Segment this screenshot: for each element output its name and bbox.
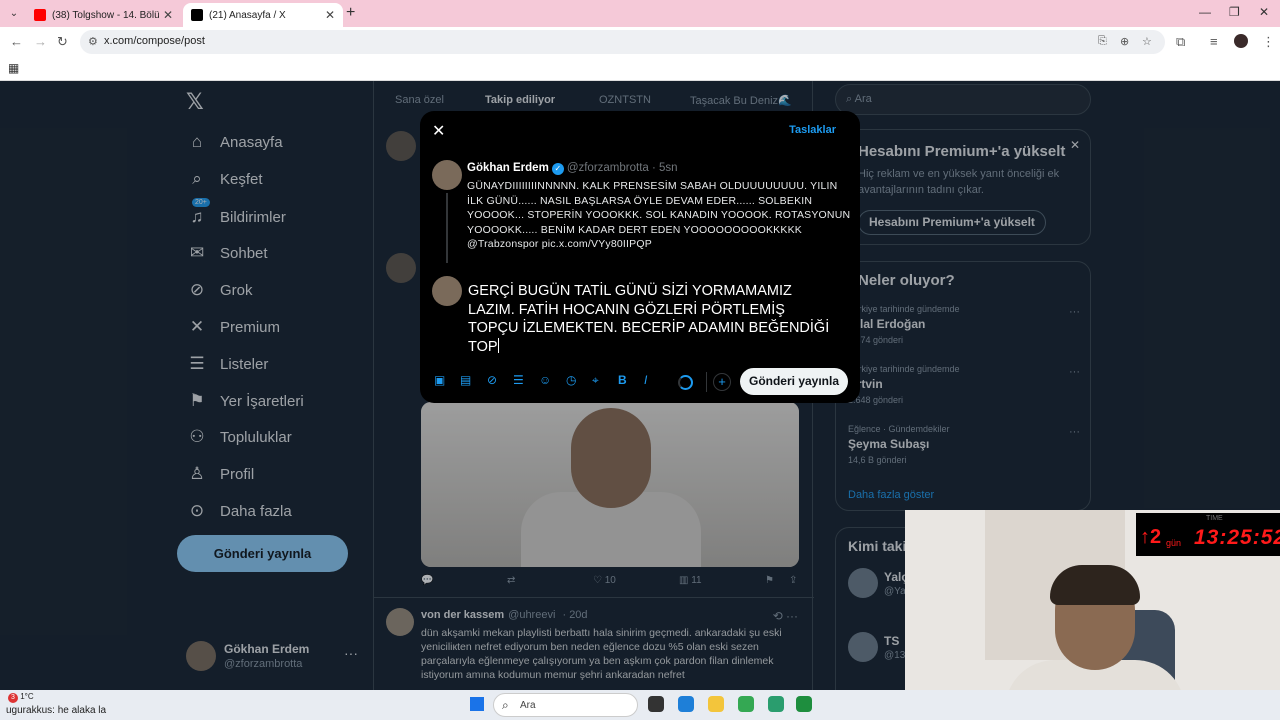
file-explorer-icon[interactable] bbox=[708, 696, 724, 712]
timer-time: 13:25:52 bbox=[1194, 526, 1280, 549]
taskbar-search-label: Ara bbox=[520, 700, 536, 711]
browser-toolbar: ← → ↻ ⚙ x.com/compose/post ⎘ ⊕ ☆ ⧉ ≡ ⋮ bbox=[0, 27, 1280, 57]
italic-icon[interactable]: I bbox=[644, 373, 647, 387]
extensions-icon[interactable]: ⧉ bbox=[1176, 34, 1185, 50]
url-text: x.com/compose/post bbox=[104, 35, 205, 47]
zoom-icon[interactable]: ⊕ bbox=[1120, 35, 1129, 48]
back-icon[interactable]: ← bbox=[10, 34, 23, 49]
timer-top-label: TIME bbox=[1206, 515, 1223, 522]
app-icon[interactable] bbox=[796, 696, 812, 712]
close-icon[interactable]: ✕ bbox=[432, 121, 445, 141]
browser-tab-youtube[interactable]: (38) Tolgshow - 14. Bölüm | Bir ✕ bbox=[26, 3, 181, 27]
quoted-author: Gökhan Erdem bbox=[467, 162, 549, 174]
emoji-icon[interactable]: ☺ bbox=[539, 373, 551, 387]
weather-widget[interactable]: 3 1°C bbox=[8, 692, 34, 703]
close-tab-icon[interactable]: ✕ bbox=[163, 8, 173, 22]
windows-taskbar: 3 1°C ugurakkus: he alaka la ⌕ Ara bbox=[0, 690, 1280, 720]
image-icon[interactable]: ▣ bbox=[434, 373, 445, 387]
schedule-icon[interactable]: ◷ bbox=[566, 373, 576, 387]
install-icon[interactable]: ⎘ bbox=[1098, 35, 1107, 48]
submit-post-button[interactable]: Gönderi yayınla bbox=[740, 368, 848, 395]
avatar bbox=[432, 276, 462, 306]
chrome-icon[interactable] bbox=[738, 696, 754, 712]
task-view-icon[interactable] bbox=[648, 696, 664, 712]
quoted-handle: @zforzambrotta bbox=[566, 162, 649, 174]
text-cursor bbox=[497, 337, 499, 353]
webcam-person-hair bbox=[1050, 565, 1140, 605]
search-icon: ⌕ bbox=[502, 698, 509, 712]
verified-icon: ✓ bbox=[551, 163, 564, 175]
edge-icon[interactable] bbox=[678, 696, 694, 712]
reply-text: GERÇİ BUGÜN TATİL GÜNÜ SİZİ YORMAMAMIZ L… bbox=[468, 283, 830, 355]
location-icon[interactable]: ⌖ bbox=[592, 373, 599, 388]
browser-tab-strip: ⌄ (38) Tolgshow - 14. Bölüm | Bir ✕ (21)… bbox=[0, 0, 1280, 27]
bold-icon[interactable]: B bbox=[618, 373, 627, 387]
character-counter-ring bbox=[678, 375, 693, 390]
bookmarks-bar: ▦ bbox=[0, 57, 1280, 81]
taskbar-search[interactable]: ⌕ Ara bbox=[493, 693, 638, 717]
timer-days-label: gün bbox=[1166, 538, 1182, 548]
profile-avatar[interactable] bbox=[1234, 34, 1248, 48]
reply-textarea[interactable]: GERÇİ BUGÜN TATİL GÜNÜ SİZİ YORMAMAMIZ L… bbox=[468, 282, 838, 356]
compose-reply-modal: ✕ Taslaklar Gökhan Erdem ✓ @zforzambrotta … bbox=[420, 111, 860, 403]
bookmark-star-icon[interactable]: ☆ bbox=[1142, 35, 1152, 48]
thread-connector bbox=[446, 193, 448, 263]
close-tab-icon[interactable]: ✕ bbox=[325, 8, 335, 22]
timer-days: ↑2 bbox=[1140, 526, 1162, 548]
close-window-icon[interactable]: ✕ bbox=[1259, 5, 1269, 19]
avatar bbox=[432, 160, 462, 190]
drafts-button[interactable]: Taslaklar bbox=[789, 124, 836, 136]
poll-icon[interactable]: ☰ bbox=[513, 373, 524, 387]
minimize-icon[interactable]: — bbox=[1199, 5, 1211, 19]
reload-icon[interactable]: ↻ bbox=[57, 34, 68, 50]
restore-icon[interactable]: ❐ bbox=[1229, 5, 1240, 19]
grok-icon[interactable]: ⊘ bbox=[487, 373, 497, 387]
quoted-tweet-text: GÜNAYDIIIIIIIINNNNN. KALK PRENSESİM SABA… bbox=[467, 180, 851, 251]
apps-icon[interactable]: ▦ bbox=[8, 61, 19, 75]
address-bar[interactable]: ⚙ x.com/compose/post ⎘ ⊕ ☆ bbox=[80, 30, 1165, 54]
quoted-time: · 5sn bbox=[652, 162, 678, 174]
new-tab-button[interactable]: + bbox=[346, 4, 355, 22]
timer-days-value: 2 bbox=[1150, 526, 1162, 548]
divider bbox=[706, 372, 707, 392]
tab-title: (38) Tolgshow - 14. Bölüm | Bir bbox=[52, 9, 159, 21]
site-info-icon[interactable]: ⚙ bbox=[88, 35, 98, 48]
x-favicon-icon bbox=[191, 9, 203, 21]
tab-title: (21) Anasayfa / X bbox=[209, 9, 286, 21]
quoted-tweet-header: Gökhan Erdem ✓ @zforzambrotta · 5sn bbox=[467, 162, 678, 175]
notification-count: 3 bbox=[8, 693, 18, 703]
stream-timer: TIME ↑2 gün 13:25:52 bbox=[1136, 513, 1280, 556]
media-icon[interactable]: ≡ bbox=[1210, 34, 1218, 49]
menu-icon[interactable]: ⋮ bbox=[1262, 34, 1275, 50]
youtube-favicon-icon bbox=[34, 9, 46, 21]
forward-icon[interactable]: → bbox=[34, 34, 47, 49]
chat-marquee: ugurakkus: he alaka la bbox=[6, 705, 107, 716]
add-post-button[interactable]: + bbox=[713, 373, 731, 391]
weather-temp: 1°C bbox=[20, 692, 34, 701]
tab-search-button[interactable]: ⌄ bbox=[6, 6, 22, 22]
browser-tab-x[interactable]: (21) Anasayfa / X ✕ bbox=[183, 3, 343, 27]
windows-start-icon[interactable] bbox=[470, 697, 484, 711]
chrome-profile-icon[interactable] bbox=[768, 696, 784, 712]
gif-icon[interactable]: ▤ bbox=[460, 373, 471, 387]
